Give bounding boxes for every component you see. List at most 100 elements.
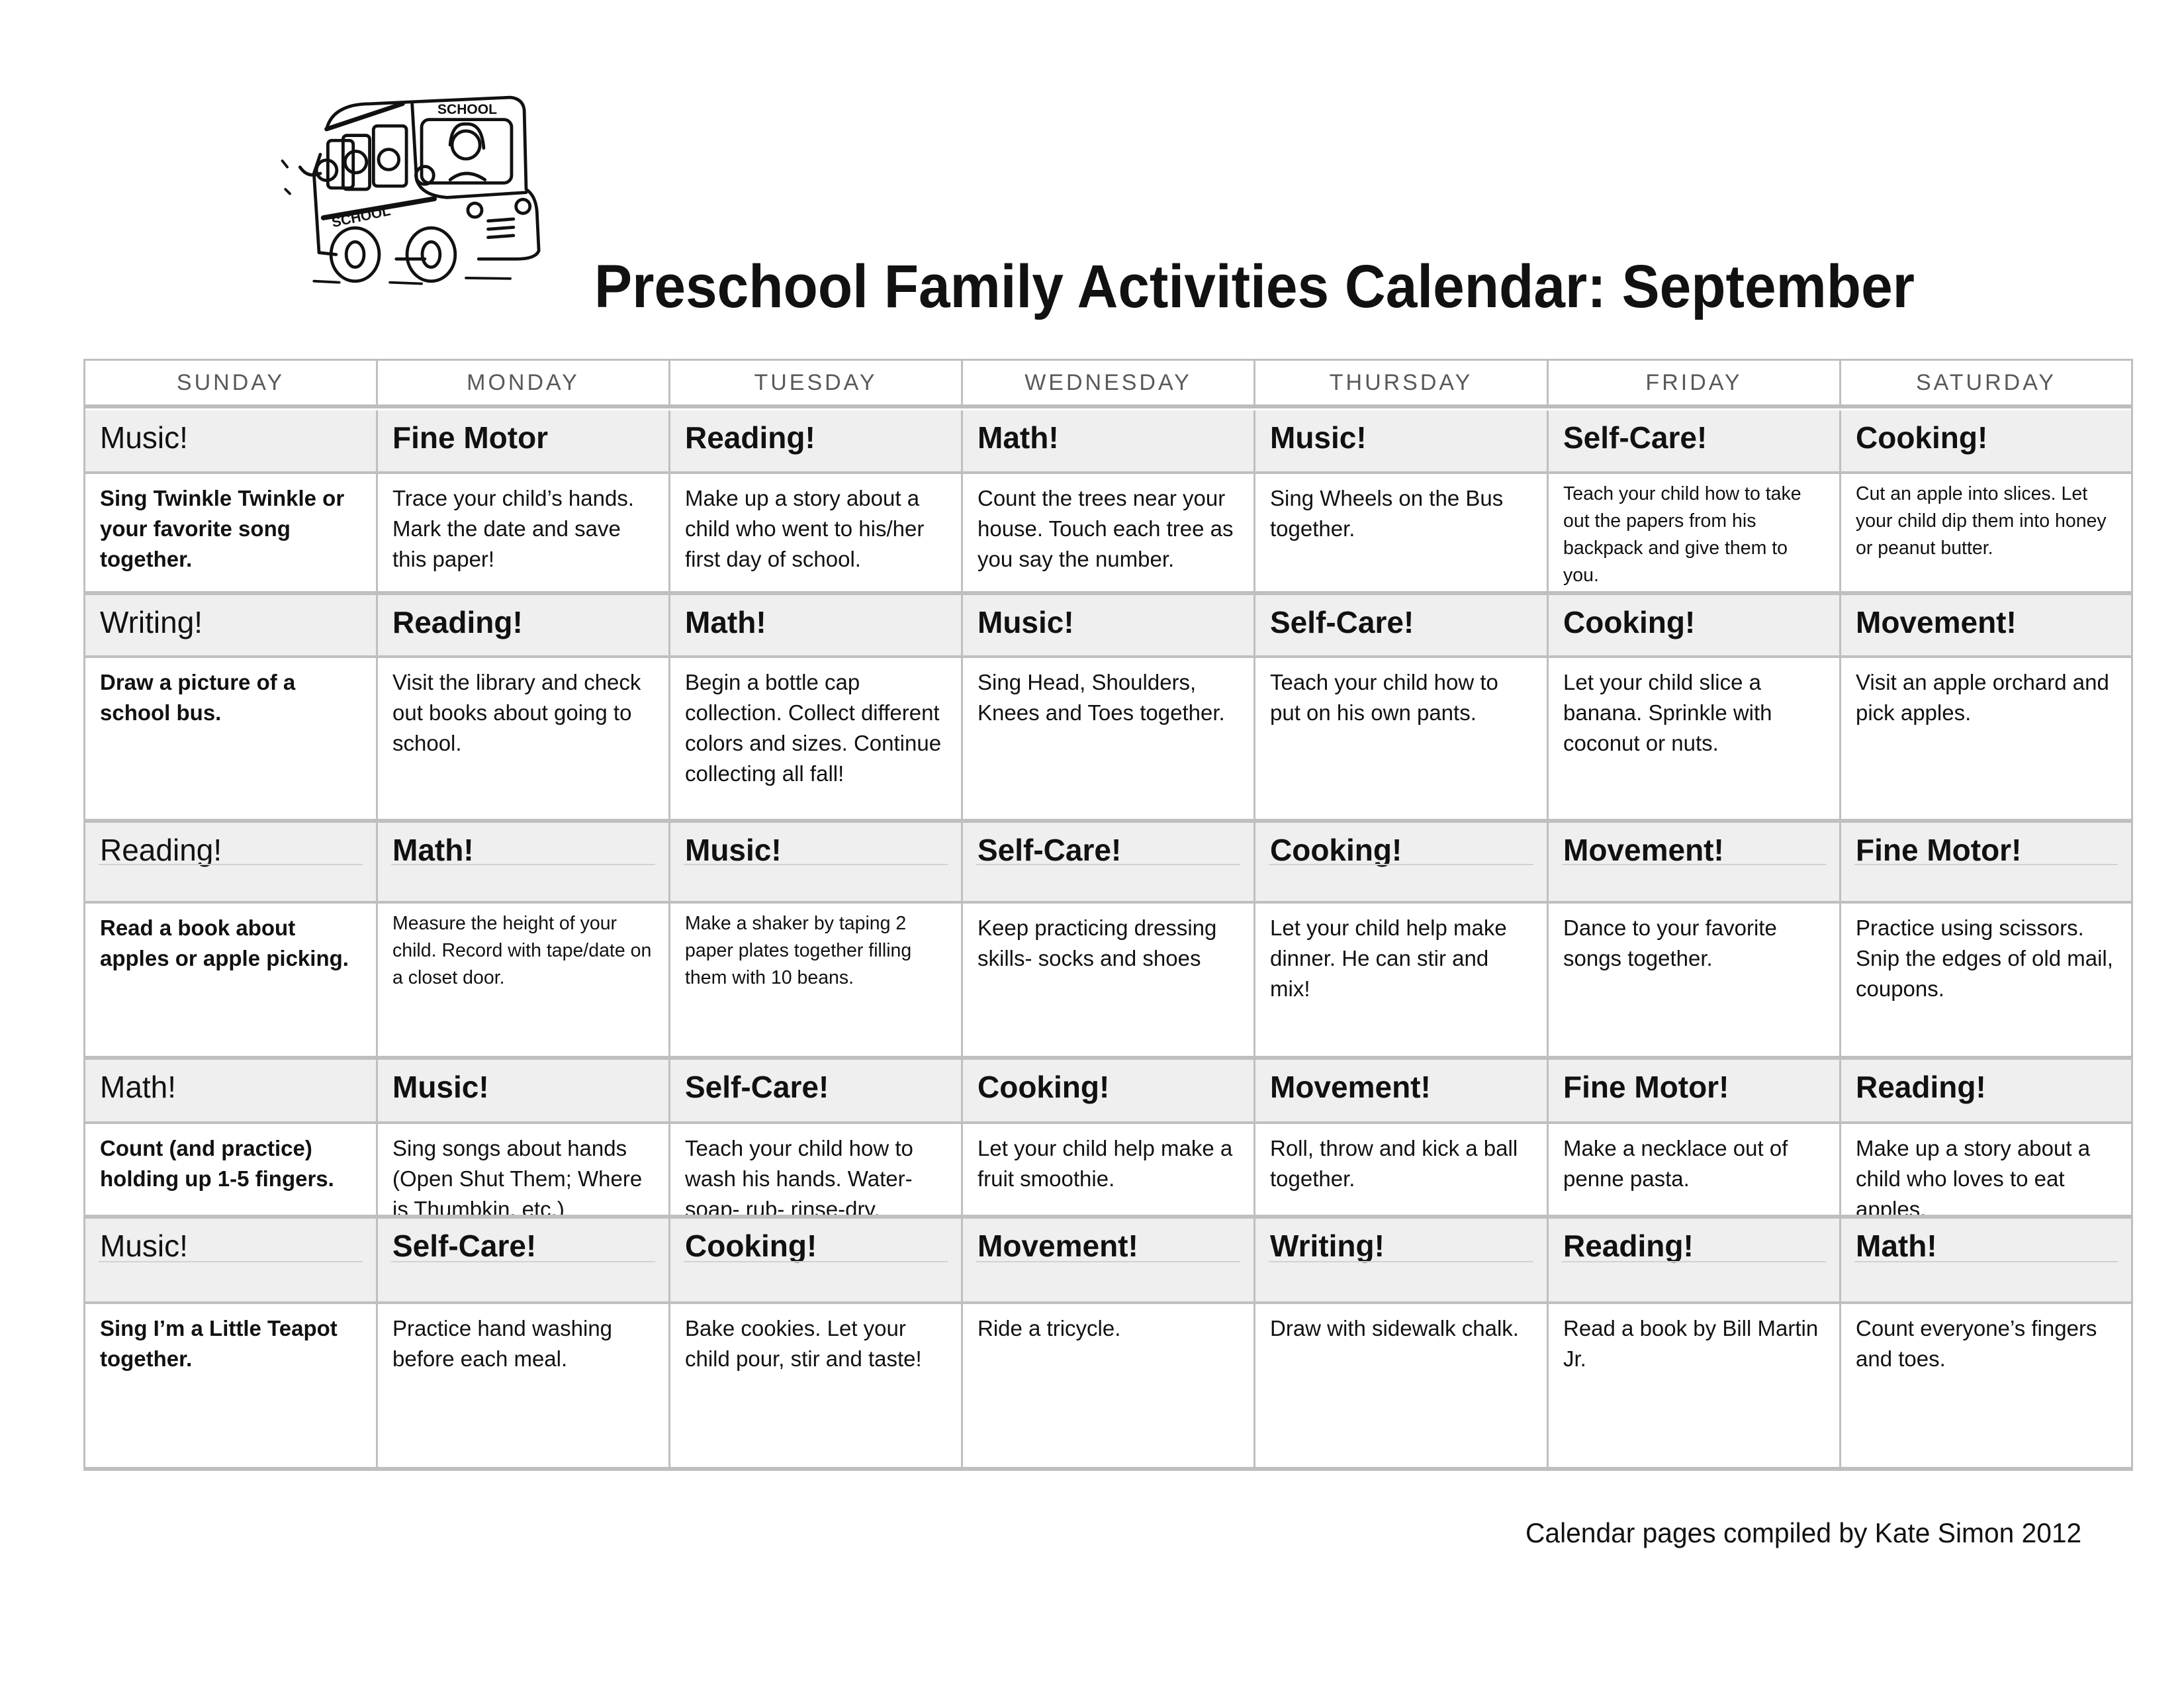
category-cell: Cooking! xyxy=(670,1219,963,1301)
category-cell: Reading! xyxy=(85,823,378,901)
activity-cell: Count everyone’s fingers and toes. xyxy=(1856,1316,2097,1371)
day-header-thursday: THURSDAY xyxy=(1255,361,1549,404)
category-label: Writing! xyxy=(100,605,203,639)
category-cell: Math! xyxy=(670,595,963,655)
activity-cell: Count the trees near your house. Touch e… xyxy=(963,474,1255,591)
activity-cell: Read a book about apples or apple pickin… xyxy=(85,904,378,1056)
activity-cell: Bake cookies. Let your child pour, stir … xyxy=(670,1304,963,1467)
week-2-category-row: Writing! Reading! Math! Music! Self-Care! Coo… xyxy=(85,595,2131,658)
category-label: Movement! xyxy=(978,1229,1138,1263)
category-label: Movement! xyxy=(1856,605,2017,639)
category-label: Music! xyxy=(978,605,1074,639)
activity-cell: Teach your child how to put on his own p… xyxy=(1255,658,1549,819)
category-label: Cooking! xyxy=(978,1070,1110,1104)
category-label: Reading! xyxy=(1856,1070,1986,1104)
week-2-activity-row: Draw a picture of a school bus. Visit the… xyxy=(85,658,2131,823)
category-label: Fine Motor xyxy=(392,420,549,455)
activity-cell: Let your child help make a fruit smoothi… xyxy=(963,1124,1255,1215)
cell-divider xyxy=(99,864,363,865)
school-bus-illustration: SCHOOL SCHOOL xyxy=(281,95,541,285)
category-label: Cooking! xyxy=(1563,605,1696,639)
day-header-friday: FRIDAY xyxy=(1549,361,1841,404)
activity-cell: Make up a story about a child who loves … xyxy=(1856,1136,2091,1215)
cell-divider xyxy=(976,864,1240,865)
category-cell: Music! xyxy=(85,1219,378,1301)
activity-cell: Teach your child how to take out the pap… xyxy=(1549,474,1841,591)
cell-divider xyxy=(1269,1261,1533,1262)
activity-cell: Draw with sidewalk chalk. xyxy=(1255,1304,1549,1467)
category-label: Cooking! xyxy=(1856,420,1988,455)
activity-cell: Visit the library and check out books ab… xyxy=(378,658,670,819)
category-cell: Self-Care! xyxy=(670,1060,963,1121)
activity-cell: Sing Wheels on the Bus together. xyxy=(1255,474,1549,591)
activity-cell: Teach your child how to wash his hands. … xyxy=(670,1124,963,1215)
page-title: Preschool Family Activities Calendar: Se… xyxy=(594,253,1915,320)
category-label: Movement! xyxy=(1563,833,1724,867)
activity-cell: Draw a picture of a school bus. xyxy=(85,658,378,819)
category-cell: Self-Care! xyxy=(963,823,1255,901)
category-cell: Fine Motor xyxy=(378,410,670,471)
activity-cell: Let your child slice a banana. Sprinkle … xyxy=(1549,658,1841,819)
activity-cell: Keep practicing dressing skills- socks a… xyxy=(963,904,1255,1056)
activity-cell: Begin a bottle cap collection. Collect d… xyxy=(670,658,963,819)
cell-divider xyxy=(391,1261,655,1262)
week-3-category-row: Reading! Math! Music! Self-Care! Cooking! Mov… xyxy=(85,823,2131,904)
cell-divider xyxy=(976,1261,1240,1262)
week-5-category-row: Music! Self-Care! Cooking! Movement! Writing… xyxy=(85,1219,2131,1304)
category-label: Music! xyxy=(1270,420,1367,455)
category-label: Fine Motor! xyxy=(1563,1070,1729,1104)
week-4-activity-row: Count (and practice) holding up 1-5 fing… xyxy=(85,1124,2131,1219)
category-label: Math! xyxy=(1856,1229,1937,1263)
category-cell: Music! xyxy=(670,823,963,901)
activity-calendar: SUNDAY MONDAY TUESDAY WEDNESDAY THURSDAY FRID… xyxy=(83,359,2133,1471)
week-1-activity-row: Sing Twinkle Twinkle or your favorite so… xyxy=(85,474,2131,595)
activity-cell: Dance to your favorite songs together. xyxy=(1549,904,1841,1056)
week-5-activity-row: Sing I’m a Little Teapot together. Practi… xyxy=(85,1304,2131,1471)
activity-cell: Cut an apple into slices. Let your child… xyxy=(1856,483,2107,559)
day-header-row: SUNDAY MONDAY TUESDAY WEDNESDAY THURSDAY FRID… xyxy=(85,361,2131,408)
category-label: Reading! xyxy=(1563,1229,1694,1263)
cell-divider xyxy=(99,1261,363,1262)
activity-cell: Sing songs about hands (Open Shut Them; … xyxy=(378,1124,670,1215)
category-cell: Music! xyxy=(85,410,378,471)
category-cell: Math! xyxy=(963,410,1255,471)
category-cell: Cooking! xyxy=(1841,410,2131,471)
category-label: Math! xyxy=(392,833,474,867)
svg-text:SCHOOL: SCHOOL xyxy=(437,102,497,117)
category-cell: Writing! xyxy=(1255,1219,1549,1301)
category-cell: Math! xyxy=(85,1060,378,1121)
category-cell: Music! xyxy=(1255,410,1549,471)
category-cell: Math! xyxy=(1841,1219,2131,1301)
category-label: Math! xyxy=(100,1070,177,1104)
day-header-sunday: SUNDAY xyxy=(85,361,378,404)
activity-cell: Make a shaker by taping 2 paper plates t… xyxy=(670,904,963,1056)
category-cell: Cooking! xyxy=(963,1060,1255,1121)
category-label: Movement! xyxy=(1270,1070,1431,1104)
category-label: Music! xyxy=(100,1229,188,1263)
activity-cell: Practice hand washing before each meal. xyxy=(378,1304,670,1467)
category-label: Music! xyxy=(685,833,782,867)
category-label: Math! xyxy=(978,420,1059,455)
activity-cell: Read a book by Bill Martin Jr. xyxy=(1549,1304,1841,1467)
cell-divider xyxy=(684,864,948,865)
activity-cell: Visit an apple orchard and pick apples. xyxy=(1856,670,2109,725)
category-label: Self-Care! xyxy=(685,1070,829,1104)
category-label: Reading! xyxy=(100,833,222,867)
category-label: Music! xyxy=(392,1070,489,1104)
day-header-wednesday: WEDNESDAY xyxy=(963,361,1255,404)
category-label: Reading! xyxy=(685,420,815,455)
day-header-tuesday: TUESDAY xyxy=(670,361,963,404)
category-label: Reading! xyxy=(392,605,523,639)
category-cell: Music! xyxy=(963,595,1255,655)
category-label: Self-Care! xyxy=(1563,420,1707,455)
category-cell: Self-Care! xyxy=(378,1219,670,1301)
cell-divider xyxy=(1562,864,1826,865)
category-label: Cooking! xyxy=(1270,833,1402,867)
activity-cell: Roll, throw and kick a ball together. xyxy=(1255,1124,1549,1215)
activity-cell: Ride a tricycle. xyxy=(963,1304,1255,1467)
activity-cell: Practice using scissors. Snip the edges … xyxy=(1856,915,2113,1001)
week-1-category-row: Music! Fine Motor Reading! Math! Music! Self-… xyxy=(85,410,2131,474)
category-cell: Fine Motor! xyxy=(1841,823,2131,901)
category-label: Writing! xyxy=(1270,1229,1385,1263)
activity-cell: Count (and practice) holding up 1-5 fing… xyxy=(85,1124,378,1215)
